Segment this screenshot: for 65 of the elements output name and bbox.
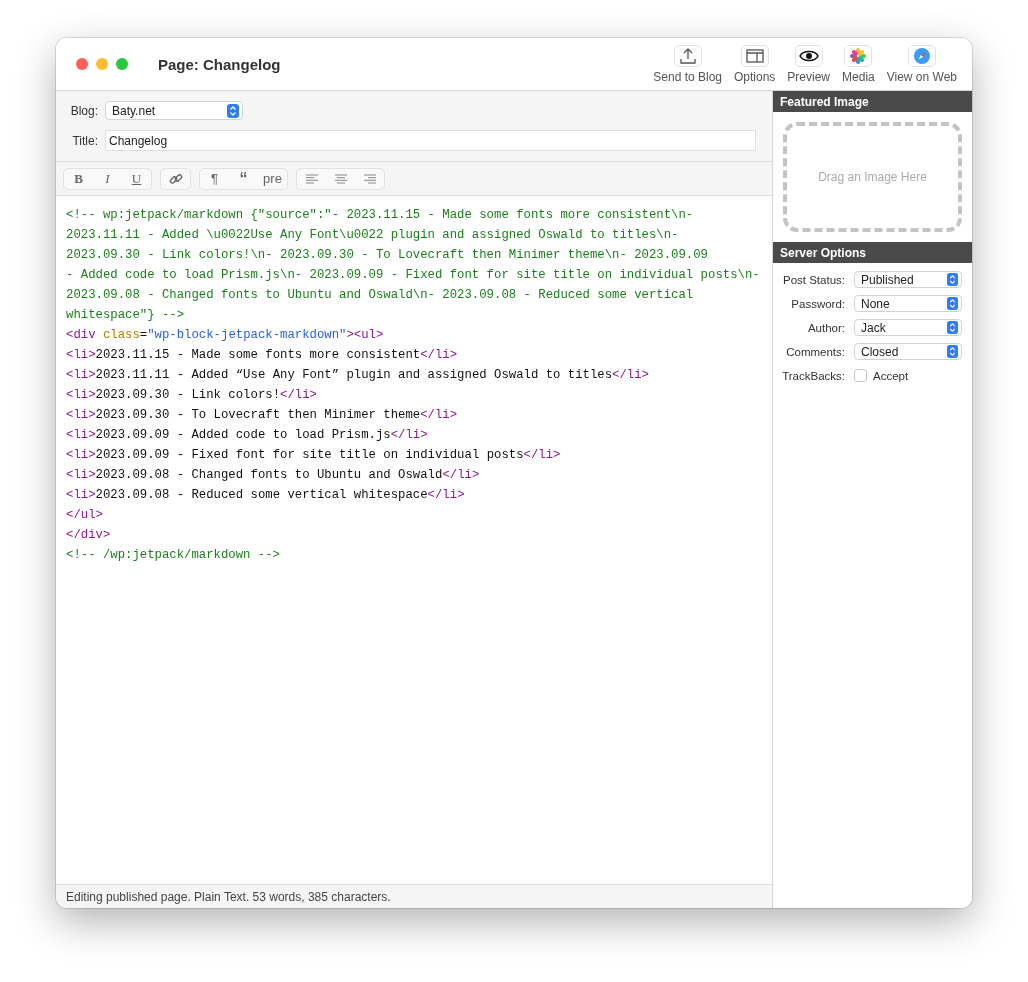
- code-line: <li>2023.09.08 - Reduced some vertical whitespace</li>: [66, 487, 466, 504]
- code-line: <li>2023.09.30 - Link colors!</li>: [66, 387, 318, 404]
- stepper-icon: [947, 273, 958, 286]
- stepper-icon: [947, 321, 958, 334]
- format-button[interactable]: pre: [258, 168, 287, 189]
- code-line: <!-- /wp:jetpack/markdown -->: [66, 547, 281, 564]
- toolbar-button[interactable]: Media: [837, 42, 880, 86]
- code-line: whitespace"} -->: [66, 307, 186, 324]
- section-header: Server Options: [773, 242, 972, 263]
- zoom-button[interactable]: [116, 58, 128, 70]
- code-line: 2023.11.11 - Added \u0022Use Any Font\u0022 plugin and assigned Oswald to titles\n-: [66, 227, 680, 244]
- format-button[interactable]: “: [229, 168, 258, 189]
- title-field[interactable]: Changelog: [105, 130, 756, 151]
- code-line: 2023.09.08 - Changed fonts to Ubuntu and Oswald\n- 2023.09.08 - Reduced some vertical: [66, 287, 695, 304]
- checkbox[interactable]: [854, 369, 867, 382]
- code-line: - Added code to load Prism.js\n- 2023.09.09 - Fixed font for site title on individual posts\n-: [66, 267, 761, 284]
- toolbar-button[interactable]: Send to Blog: [648, 42, 727, 86]
- blog-select[interactable]: Baty.net: [105, 101, 243, 120]
- align-left-icon: [305, 173, 318, 184]
- option-select[interactable]: Published: [854, 271, 962, 288]
- checkbox-label: Accept: [873, 369, 909, 382]
- stepper-icon: [227, 103, 239, 118]
- option-label: Post Status:: [782, 273, 845, 286]
- field-label: Title:: [71, 133, 98, 148]
- stepper-icon: [947, 297, 958, 310]
- link-icon: [168, 171, 183, 186]
- code-line: <!-- wp:jetpack/markdown {"source":"- 2023.11.15 - Made some fonts more consistent\n-: [66, 207, 695, 224]
- format-button[interactable]: I: [93, 168, 122, 189]
- flower-icon: [849, 46, 868, 65]
- format-button[interactable]: U: [122, 168, 151, 189]
- toolbar-button[interactable]: Preview: [782, 42, 836, 86]
- code-line: 2023.09.30 - Link colors!\n- 2023.09.30 - To Lovecraft then Minimer theme\n- 2023.09.09: [66, 247, 709, 264]
- align-center-icon: [334, 173, 347, 184]
- upload-icon: [678, 46, 697, 65]
- code-line: <li>2023.11.11 - Added “Use Any Font” plugin and assigned Oswald to titles</li>: [66, 367, 650, 384]
- option-label: Author:: [806, 321, 845, 334]
- code-line: </ul>: [66, 507, 104, 524]
- option-label: Comments:: [785, 345, 845, 358]
- code-line: <li>2023.09.09 - Fixed font for site title on individual posts</li>: [66, 447, 562, 464]
- minimize-button[interactable]: [96, 58, 108, 70]
- code-line: <li>2023.09.09 - Added code to load Prism.js</li>: [66, 427, 429, 444]
- code-line: <div class="wp-block-jetpack-markdown"><ul>: [66, 327, 385, 344]
- format-button[interactable]: ¶: [200, 168, 229, 189]
- code-line: </div>: [66, 527, 112, 544]
- status-text: Editing published page. Plain Text. 53 words, 385 characters.: [66, 889, 391, 904]
- option-select[interactable]: Closed: [854, 343, 962, 360]
- align-right-icon: [363, 173, 376, 184]
- close-button[interactable]: [76, 58, 88, 70]
- option-select[interactable]: None: [854, 295, 962, 312]
- code-line: <li>2023.09.08 - Changed fonts to Ubuntu and Oswald</li>: [66, 467, 481, 484]
- option-label: Password:: [790, 297, 845, 310]
- panel-icon: [745, 47, 764, 64]
- window-title: Page: Changelog: [158, 55, 281, 73]
- field-label: Blog:: [70, 103, 98, 118]
- eye-icon: [798, 48, 819, 63]
- code-line: <li>2023.11.15 - Made some fonts more consistent</li>: [66, 347, 459, 364]
- compass-icon: [912, 46, 931, 65]
- option-select[interactable]: Jack: [854, 319, 962, 336]
- format-button[interactable]: B: [64, 168, 93, 189]
- section-header: Featured Image: [773, 91, 972, 112]
- toolbar-button[interactable]: Options: [729, 42, 781, 86]
- option-label: TrackBacks:: [781, 369, 845, 382]
- stepper-icon: [947, 345, 958, 358]
- toolbar-button[interactable]: View on Web: [881, 42, 962, 86]
- code-line: <li>2023.09.30 - To Lovecraft then Minimer theme</li>: [66, 407, 459, 424]
